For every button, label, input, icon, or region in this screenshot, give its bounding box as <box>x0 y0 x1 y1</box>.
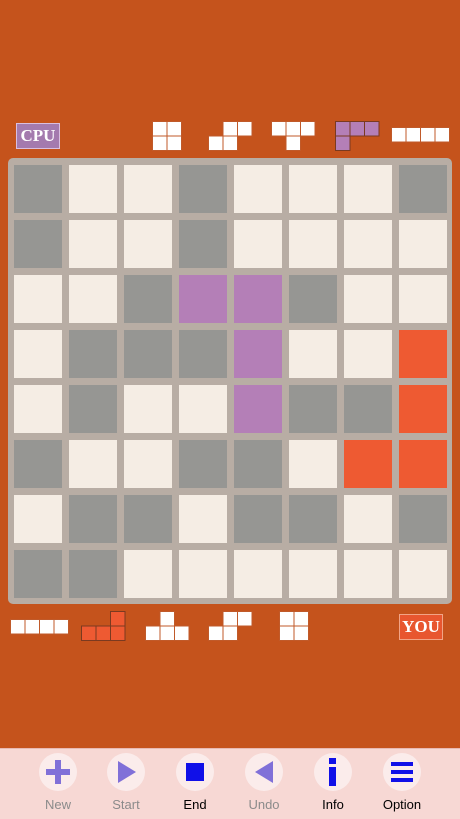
option-button[interactable]: Option <box>367 753 437 817</box>
empty-cell[interactable] <box>289 440 337 488</box>
play-icon <box>118 761 136 783</box>
empty-cell[interactable] <box>399 220 447 268</box>
cpu-piece-l-tetromino <box>335 121 380 151</box>
bottom-toolbar: New Start End Undo Info Option <box>0 748 460 819</box>
empty-cell[interactable] <box>69 220 117 268</box>
cpu-label: CPU <box>16 123 60 149</box>
new-label: New <box>44 797 71 812</box>
menu-icon <box>391 762 413 782</box>
blocked-cell[interactable] <box>179 220 227 268</box>
game-board[interactable] <box>8 158 452 604</box>
empty-cell[interactable] <box>289 330 337 378</box>
undo-button[interactable]: Undo <box>229 753 299 817</box>
blocked-cell[interactable] <box>124 495 172 543</box>
blocked-cell[interactable] <box>124 275 172 323</box>
blocked-cell[interactable] <box>124 330 172 378</box>
player-piece-l-tetromino[interactable] <box>81 611 126 641</box>
player-cell[interactable] <box>399 330 447 378</box>
end-button[interactable]: End <box>160 753 230 817</box>
you-label: YOU <box>399 614 443 640</box>
blocked-cell[interactable] <box>14 165 62 213</box>
blocked-cell[interactable] <box>69 550 117 598</box>
cpu-cell[interactable] <box>234 275 282 323</box>
cpu-cell[interactable] <box>234 385 282 433</box>
empty-cell[interactable] <box>344 275 392 323</box>
empty-cell[interactable] <box>399 275 447 323</box>
player-piece-i-tetromino[interactable] <box>10 619 69 635</box>
empty-cell[interactable] <box>124 165 172 213</box>
empty-cell[interactable] <box>69 165 117 213</box>
player-piece-t-tetromino[interactable] <box>145 611 190 641</box>
blocked-cell[interactable] <box>399 165 447 213</box>
empty-cell[interactable] <box>344 220 392 268</box>
blocked-cell[interactable] <box>69 385 117 433</box>
empty-cell[interactable] <box>234 550 282 598</box>
blocked-cell[interactable] <box>289 385 337 433</box>
empty-cell[interactable] <box>344 330 392 378</box>
empty-cell[interactable] <box>289 220 337 268</box>
blocked-cell[interactable] <box>14 550 62 598</box>
cpu-cell[interactable] <box>179 275 227 323</box>
cpu-piece-i-tetromino <box>391 127 450 143</box>
empty-cell[interactable] <box>344 495 392 543</box>
player-piece-s-tetromino[interactable] <box>208 611 253 641</box>
empty-cell[interactable] <box>344 165 392 213</box>
empty-cell[interactable] <box>14 275 62 323</box>
empty-cell[interactable] <box>69 440 117 488</box>
option-label: Option <box>382 797 422 812</box>
empty-cell[interactable] <box>14 385 62 433</box>
empty-cell[interactable] <box>399 550 447 598</box>
undo-label: Undo <box>248 797 280 812</box>
plus-icon <box>46 760 70 784</box>
empty-cell[interactable] <box>124 220 172 268</box>
blocked-cell[interactable] <box>234 440 282 488</box>
info-label: Info <box>322 797 344 812</box>
blocked-cell[interactable] <box>179 165 227 213</box>
cpu-piece-square <box>152 121 182 151</box>
empty-cell[interactable] <box>234 165 282 213</box>
blocked-cell[interactable] <box>399 495 447 543</box>
empty-cell[interactable] <box>289 550 337 598</box>
undo-icon <box>255 761 273 783</box>
start-label: Start <box>112 797 140 812</box>
cpu-piece-t-tetromino <box>271 121 316 151</box>
info-button[interactable]: Info <box>298 753 368 817</box>
blocked-cell[interactable] <box>69 495 117 543</box>
empty-cell[interactable] <box>179 550 227 598</box>
blocked-cell[interactable] <box>179 330 227 378</box>
info-icon <box>329 758 336 786</box>
empty-cell[interactable] <box>179 495 227 543</box>
empty-cell[interactable] <box>14 495 62 543</box>
empty-cell[interactable] <box>69 275 117 323</box>
blocked-cell[interactable] <box>14 440 62 488</box>
end-label: End <box>183 797 207 812</box>
empty-cell[interactable] <box>124 550 172 598</box>
empty-cell[interactable] <box>289 165 337 213</box>
empty-cell[interactable] <box>234 220 282 268</box>
empty-cell[interactable] <box>344 550 392 598</box>
stop-icon <box>186 763 204 781</box>
blocked-cell[interactable] <box>14 220 62 268</box>
player-cell[interactable] <box>399 440 447 488</box>
blocked-cell[interactable] <box>289 495 337 543</box>
empty-cell[interactable] <box>124 440 172 488</box>
start-button[interactable]: Start <box>91 753 161 817</box>
empty-cell[interactable] <box>14 330 62 378</box>
player-piece-square[interactable] <box>279 611 309 641</box>
empty-cell[interactable] <box>124 385 172 433</box>
blocked-cell[interactable] <box>289 275 337 323</box>
player-cell[interactable] <box>344 440 392 488</box>
player-cell[interactable] <box>399 385 447 433</box>
new-button[interactable]: New <box>23 753 93 817</box>
blocked-cell[interactable] <box>179 440 227 488</box>
blocked-cell[interactable] <box>344 385 392 433</box>
cpu-cell[interactable] <box>234 330 282 378</box>
blocked-cell[interactable] <box>234 495 282 543</box>
cpu-piece-s-tetromino <box>208 121 253 151</box>
blocked-cell[interactable] <box>69 330 117 378</box>
empty-cell[interactable] <box>179 385 227 433</box>
